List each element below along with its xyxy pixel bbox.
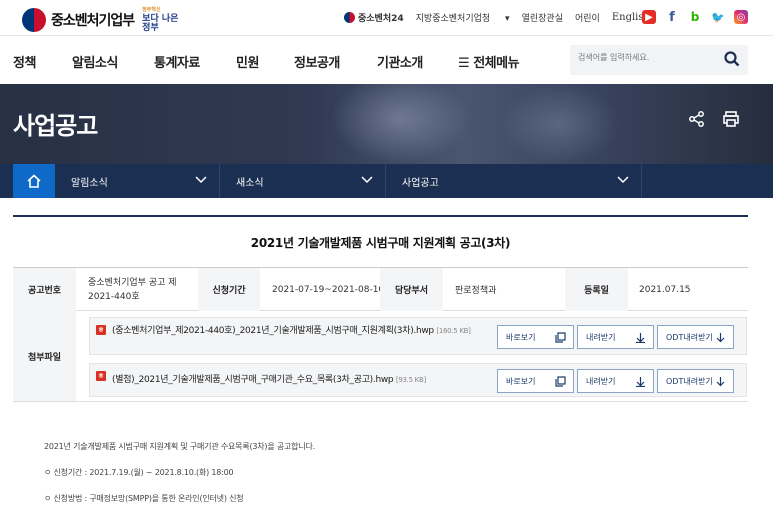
home-icon [27,174,41,188]
search-icon[interactable] [724,51,740,67]
breadcrumb-dropdown-depth3[interactable]: 사업공고 [386,164,642,198]
label-attachments: 첨부파일 [13,311,76,401]
slogan-text: 보다 나은 정부 [142,14,179,33]
post-body-line: ㅇ 신청방법 : 구매정보망(SMPP)을 통한 온라인(인터넷) 신청 [44,494,244,503]
blog-icon[interactable]: b [688,10,702,24]
taeguk-emblem-icon [22,7,46,32]
download-icon [716,377,725,387]
menu-info-disclosure[interactable]: 정보공개 [294,52,340,71]
post-body-line: ㅇ 신청기간 : 2021.7.19.(월) ~ 2021.8.10.(화) 1… [44,468,234,477]
site-logo[interactable]: 중소벤처기업부 정부혁신 보다 나은 정부 [22,6,186,33]
smes24-icon [344,12,355,23]
view-button[interactable]: 바로보기 [497,325,574,349]
attachment-item: ㅎ (중소벤처기업부_제2021-440호)_2021년_기술개발제품_시범구매… [89,317,747,355]
view-button[interactable]: 바로보기 [497,369,574,393]
link-regional-office[interactable]: 지방중소벤처기업청 ▾ [416,11,510,24]
hwp-file-icon: ㅎ [96,371,106,381]
notice-no-value: 중소벤처기업부 공고 제2021-440호 [88,277,177,302]
search-box [570,45,748,75]
post-info-table: 공고번호 중소벤처기업부 공고 제2021-440호 신청기간 2021-07-… [13,267,748,311]
registered-date-value: 2021.07.15 [639,284,691,295]
post-title: 2021년 기술개발제품 시범구매 지원계획 공고(3차) [250,236,511,250]
odt-download-button[interactable]: ODT내려받기 [657,325,734,349]
sns-links: ▶ f b 🐦 ◎ [642,10,757,25]
home-button[interactable] [13,164,55,198]
page-title: 사업공고 [13,112,98,140]
share-icon[interactable] [688,110,706,128]
chevron-down-icon [361,176,373,184]
preview-icon [555,332,566,343]
banner-decoration [500,84,620,164]
download-icon [636,333,645,343]
logo-text: 중소벤처기업부 [51,12,135,29]
print-icon[interactable] [722,110,740,128]
download-button[interactable]: 내려받기 [577,325,654,349]
search-input[interactable] [578,53,718,62]
gov-innovation-slogan: 정부혁신 보다 나은 정부 [142,6,186,33]
youtube-icon[interactable]: ▶ [642,10,656,24]
instagram-icon[interactable]: ◎ [734,10,748,24]
chevron-down-icon [195,176,207,184]
hamburger-icon: ☰ [458,56,470,71]
page-banner: 사업공고 [0,84,773,164]
attachment-name[interactable]: (별첨)_2021년_기술개발제품_시범구매_구매기관_수요_목록(3차_공고)… [112,373,472,388]
download-icon [716,333,725,343]
menu-policy[interactable]: 정책 [13,52,36,71]
download-button[interactable]: 내려받기 [577,369,654,393]
banner-decoration [330,84,470,164]
attachment-size: [93.5 KB] [395,376,426,384]
preview-icon [555,376,566,387]
top-bar: 중소벤처기업부 정부혁신 보다 나은 정부 중소벤처24 지방중소벤처기업청 ▾… [0,0,773,36]
download-icon [636,377,645,387]
content-divider [13,215,748,217]
label-notice-no: 공고번호 [13,268,76,311]
menu-statistics[interactable]: 통계자료 [154,52,200,71]
label-department: 담당부서 [380,268,443,311]
attachment-item: ㅎ (별첨)_2021년_기술개발제품_시범구매_구매기관_수요_목록(3차_공… [89,363,747,397]
menu-all[interactable]: ☰ 전체메뉴 [458,52,520,71]
link-smes24[interactable]: 중소벤처24 [344,11,404,24]
breadcrumb-dropdown-depth1[interactable]: 알림소식 [55,164,220,198]
hwp-file-icon: ㅎ [96,325,106,335]
menu-civil-service[interactable]: 민원 [236,52,259,71]
menu-about[interactable]: 기관소개 [377,52,423,71]
odt-download-button[interactable]: ODT내려받기 [657,369,734,393]
label-period: 신청기간 [198,268,260,311]
menu-news[interactable]: 알림소식 [72,52,118,71]
post-body-line: 2021년 기술개발제품 시범구매 지원계획 및 구매기관 수요목록(3차)을 … [44,442,315,451]
period-value: 2021-07-19~2021-08-10 [272,284,385,295]
attachment-size: [160.5 KB] [436,327,471,335]
twitter-icon[interactable]: 🐦 [711,10,725,24]
attachment-name[interactable]: (중소벤처기업부_제2021-440호)_2021년_기술개발제품_시범구매_지… [112,324,472,339]
utility-links: 중소벤처24 지방중소벤처기업청 ▾ 열린장관실 어린이 English [344,11,662,24]
breadcrumb-dropdown-depth2[interactable]: 새소식 [220,164,386,198]
department-value: 판로정책과 [455,286,497,296]
link-kids[interactable]: 어린이 [575,11,600,24]
facebook-icon[interactable]: f [665,10,679,25]
breadcrumb: 알림소식 새소식 사업공고 [0,164,773,198]
link-minister[interactable]: 열린장관실 [522,11,563,24]
label-registered-date: 등록일 [565,268,628,311]
attachments: 첨부파일 ㅎ (중소벤처기업부_제2021-440호)_2021년_기술개발제품… [13,311,748,402]
chevron-down-icon [617,176,629,184]
